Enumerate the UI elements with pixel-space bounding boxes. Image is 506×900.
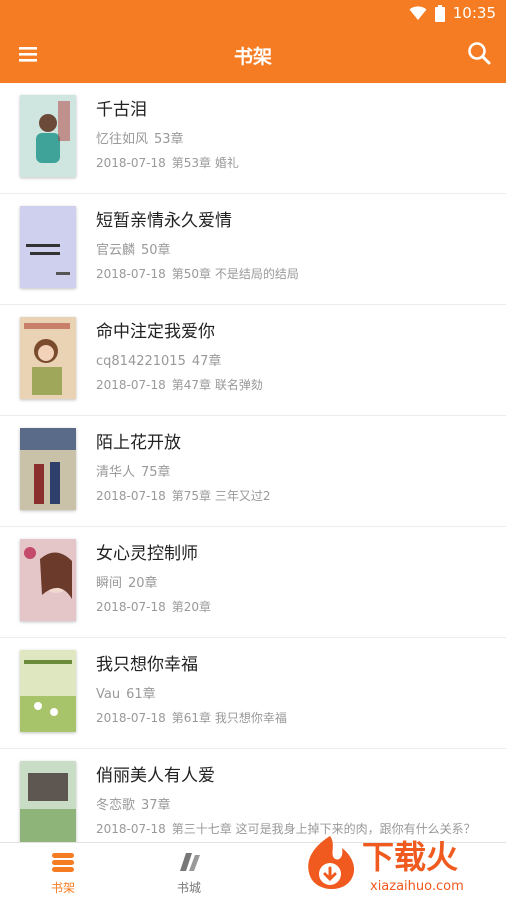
book-cover — [20, 650, 76, 732]
svg-text:xiazaihuo.com: xiazaihuo.com — [370, 879, 464, 894]
book-meta: 冬恋歌 37章 — [96, 794, 171, 813]
book-update: 2018-07-18 第47章 联名弹劾 — [96, 376, 263, 393]
app-bar: 书架 — [0, 27, 506, 83]
book-meta: 忆往如风 53章 — [96, 128, 184, 147]
book-author: 官云麟 — [96, 243, 136, 258]
book-chapter-count: 50章 — [141, 243, 171, 258]
latest-chapter: 第53章 婚礼 — [171, 156, 239, 170]
wifi-icon — [409, 6, 427, 20]
book-author: 瞬间 — [96, 576, 123, 591]
update-date: 2018-07-18 — [96, 378, 166, 392]
book-title: 陌上花开放 — [96, 433, 181, 453]
book-cover — [20, 317, 76, 399]
update-date: 2018-07-18 — [96, 156, 166, 170]
bookshelf-list: 千古泪 忆往如风 53章 2018-07-18 第53章 婚礼 短暂亲情永久爱情 官… — [0, 83, 506, 843]
latest-chapter: 第47章 联名弹劾 — [171, 378, 263, 392]
tab-bookstore-label: 书城 — [176, 881, 201, 895]
book-meta: 官云麟 50章 — [96, 239, 171, 258]
update-date: 2018-07-18 — [96, 822, 166, 836]
book-cover — [20, 206, 76, 288]
book-meta: cq814221015 47章 — [96, 350, 221, 369]
watermark-logo: 下载火 xiazaihuo.com — [300, 832, 500, 896]
book-title: 我只想你幸福 — [96, 655, 198, 675]
search-icon[interactable] — [466, 40, 492, 66]
book-title: 女心灵控制师 — [96, 544, 198, 564]
latest-chapter: 第50章 不是结局的结局 — [171, 267, 299, 281]
book-meta: Vau 61章 — [96, 683, 156, 702]
update-date: 2018-07-18 — [96, 711, 166, 725]
book-item[interactable]: 俏丽美人有人爱 冬恋歌 37章 2018-07-18 第三十七章 这可是我身上掉下来… — [0, 749, 506, 843]
update-date: 2018-07-18 — [96, 600, 166, 614]
status-time: 10:35 — [452, 4, 496, 22]
tab-bookshelf[interactable]: 书架 — [23, 851, 103, 896]
book-cover — [20, 539, 76, 621]
book-item[interactable]: 女心灵控制师 瞬间 20章 2018-07-18 第20章 — [0, 527, 506, 638]
book-cover — [20, 761, 76, 843]
latest-chapter: 第75章 三年又过2 — [171, 489, 271, 503]
book-update: 2018-07-18 第75章 三年又过2 — [96, 487, 270, 504]
latest-chapter: 第20章 — [171, 600, 212, 614]
book-item[interactable]: 我只想你幸福 Vau 61章 2018-07-18 第61章 我只想你幸福 — [0, 638, 506, 749]
book-update: 2018-07-18 第53章 婚礼 — [96, 154, 239, 171]
book-chapter-count: 20章 — [128, 576, 158, 591]
status-indicators: 10:35 — [409, 4, 496, 22]
book-title: 千古泪 — [96, 100, 147, 120]
book-chapter-count: 75章 — [141, 465, 171, 480]
book-chapter-count: 53章 — [154, 132, 184, 147]
book-title: 命中注定我爱你 — [96, 322, 215, 342]
book-item[interactable]: 短暂亲情永久爱情 官云麟 50章 2018-07-18 第50章 不是结局的结局 — [0, 194, 506, 305]
page-title: 书架 — [233, 46, 272, 68]
tab-bookstore[interactable]: 书城 — [149, 851, 229, 896]
book-update: 2018-07-18 第61章 我只想你幸福 — [96, 709, 287, 726]
book-author: 忆往如风 — [96, 132, 149, 147]
book-title: 俏丽美人有人爱 — [96, 766, 215, 786]
book-chapter-count: 47章 — [191, 354, 222, 369]
book-meta: 瞬间 20章 — [96, 572, 158, 591]
book-meta: 清华人 75章 — [96, 461, 171, 480]
book-cover — [20, 95, 76, 177]
update-date: 2018-07-18 — [96, 489, 166, 503]
book-author: 清华人 — [96, 465, 136, 480]
update-date: 2018-07-18 — [96, 267, 166, 281]
book-item[interactable]: 千古泪 忆往如风 53章 2018-07-18 第53章 婚礼 — [0, 83, 506, 194]
book-update: 2018-07-18 第20章 — [96, 598, 211, 615]
book-author: 冬恋歌 — [96, 798, 136, 813]
book-cover — [20, 428, 76, 510]
book-author: cq814221015 — [96, 354, 186, 369]
book-update: 2018-07-18 第50章 不是结局的结局 — [96, 265, 299, 282]
book-chapter-count: 37章 — [141, 798, 171, 813]
svg-text:下载火: 下载火 — [362, 838, 458, 876]
book-author: Vau — [96, 687, 121, 702]
status-bar: 10:35 — [0, 0, 506, 27]
bookstore-icon — [180, 853, 200, 871]
book-title: 短暂亲情永久爱情 — [96, 211, 232, 231]
bookshelf-icon — [52, 853, 74, 872]
battery-icon — [434, 4, 445, 22]
latest-chapter: 第61章 我只想你幸福 — [171, 711, 287, 725]
tab-bookshelf-label: 书架 — [50, 881, 75, 895]
book-item[interactable]: 陌上花开放 清华人 75章 2018-07-18 第75章 三年又过2 — [0, 416, 506, 527]
book-chapter-count: 61章 — [126, 687, 156, 702]
book-item[interactable]: 命中注定我爱你 cq814221015 47章 2018-07-18 第47章 联名… — [0, 305, 506, 416]
